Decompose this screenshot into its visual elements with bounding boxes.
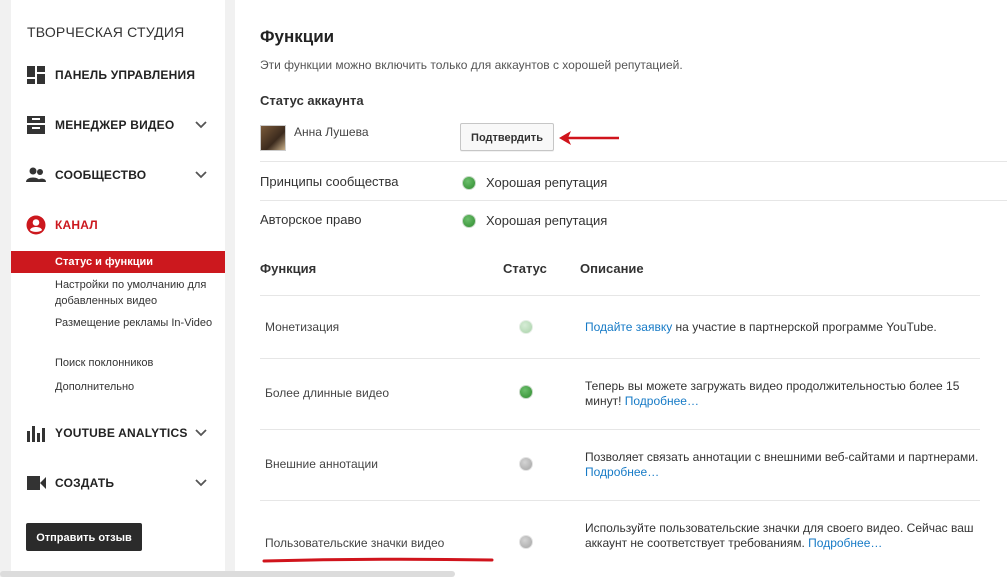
good-status-indicator bbox=[462, 214, 476, 228]
feature-description: Используйте пользовательские значки для … bbox=[585, 521, 974, 550]
horizontal-scrollbar[interactable] bbox=[0, 571, 455, 577]
subitem-invideo-promotion[interactable]: Размещение рекламы In-Video bbox=[55, 315, 215, 331]
chevron-down-icon[interactable] bbox=[195, 119, 207, 131]
sidebar-item-label: КАНАЛ bbox=[55, 218, 98, 232]
user-name: Анна Лушева bbox=[294, 125, 369, 139]
community-guidelines-label: Принципы сообщества bbox=[260, 174, 399, 189]
main-content: Функции Эти функции можно включить тольк… bbox=[235, 0, 1007, 577]
feature-description: Подайте заявку на участие в партнерской … bbox=[585, 320, 937, 334]
page-description: Эти функции можно включить только для ак… bbox=[260, 58, 683, 72]
sidebar: ТВОРЧЕСКАЯ СТУДИЯ ПАНЕЛЬ УПРАВЛЕНИЯ МЕНЕ… bbox=[11, 0, 225, 577]
sidebar-item-create[interactable]: СОЗДАТЬ bbox=[11, 469, 225, 497]
page-title: Функции bbox=[260, 27, 335, 46]
feature-status-indicator bbox=[519, 320, 533, 334]
sidebar-item-analytics[interactable]: YOUTUBE ANALYTICS bbox=[11, 419, 225, 447]
subitem-find-fans[interactable]: Поиск поклонников bbox=[55, 355, 215, 371]
learn-more-link[interactable]: Подробнее… bbox=[808, 536, 882, 550]
column-header-description: Описание bbox=[580, 261, 644, 276]
feature-longer-videos: Более длинные видео bbox=[265, 386, 389, 400]
sidebar-item-label: СООБЩЕСТВО bbox=[55, 168, 147, 182]
community-guidelines-status: Хорошая репутация bbox=[486, 175, 608, 190]
red-arrow-annotation-icon bbox=[559, 131, 619, 145]
learn-more-link[interactable]: Подробнее… bbox=[585, 465, 659, 479]
red-underline-annotation-icon bbox=[262, 557, 494, 563]
subitem-advanced[interactable]: Дополнительно bbox=[55, 379, 215, 395]
sidebar-item-channel[interactable]: КАНАЛ bbox=[11, 211, 225, 239]
analytics-icon bbox=[27, 426, 45, 442]
subitem-upload-defaults[interactable]: Настройки по умолчанию для добавленных в… bbox=[55, 277, 215, 309]
divider bbox=[260, 500, 980, 501]
apply-link[interactable]: Подайте заявку bbox=[585, 320, 672, 334]
avatar bbox=[260, 125, 286, 151]
feature-custom-thumbnails: Пользовательские значки видео bbox=[265, 536, 445, 550]
sidebar-item-label: YOUTUBE ANALYTICS bbox=[55, 426, 188, 440]
divider bbox=[260, 295, 980, 296]
chevron-down-icon[interactable] bbox=[195, 427, 207, 439]
copyright-status: Хорошая репутация bbox=[486, 213, 608, 228]
sidebar-item-label: МЕНЕДЖЕР ВИДЕО bbox=[55, 118, 175, 132]
chevron-down-icon[interactable] bbox=[195, 169, 207, 181]
feature-status-indicator bbox=[519, 457, 533, 471]
column-header-status: Статус bbox=[503, 261, 547, 276]
sidebar-item-video-manager[interactable]: МЕНЕДЖЕР ВИДЕО bbox=[11, 111, 225, 139]
divider bbox=[260, 358, 980, 359]
confirm-button[interactable]: Подтвердить bbox=[460, 123, 554, 151]
video-manager-icon bbox=[27, 116, 45, 134]
create-icon bbox=[27, 476, 46, 490]
sidebar-item-label: ПАНЕЛЬ УПРАВЛЕНИЯ bbox=[55, 68, 196, 82]
divider bbox=[260, 429, 980, 430]
subitem-status-and-features[interactable]: Статус и функции bbox=[11, 251, 225, 273]
feature-status-indicator bbox=[519, 385, 533, 399]
feature-description: Позволяет связать аннотации с внешними в… bbox=[585, 450, 979, 479]
channel-icon bbox=[26, 215, 46, 235]
learn-more-link[interactable]: Подробнее… bbox=[625, 394, 699, 408]
sidebar-item-community[interactable]: СООБЩЕСТВО bbox=[11, 161, 225, 189]
feature-status-indicator bbox=[519, 535, 533, 549]
send-feedback-button[interactable]: Отправить отзыв bbox=[26, 523, 142, 551]
community-icon bbox=[26, 167, 46, 182]
divider bbox=[260, 161, 1007, 162]
account-status-heading: Статус аккаунта bbox=[260, 93, 364, 108]
sidebar-item-label: СОЗДАТЬ bbox=[55, 476, 115, 490]
feature-monetization: Монетизация bbox=[265, 320, 340, 334]
copyright-label: Авторское право bbox=[260, 212, 362, 227]
divider bbox=[260, 200, 1007, 201]
feature-description: Теперь вы можете загружать видео продолж… bbox=[585, 379, 960, 408]
studio-title: ТВОРЧЕСКАЯ СТУДИЯ bbox=[27, 24, 185, 40]
feature-external-annotations: Внешние аннотации bbox=[265, 457, 378, 471]
column-header-feature: Функция bbox=[260, 261, 317, 276]
chevron-down-icon[interactable] bbox=[195, 477, 207, 489]
dashboard-icon bbox=[27, 66, 45, 84]
good-status-indicator bbox=[462, 176, 476, 190]
sidebar-item-dashboard[interactable]: ПАНЕЛЬ УПРАВЛЕНИЯ bbox=[11, 61, 225, 89]
